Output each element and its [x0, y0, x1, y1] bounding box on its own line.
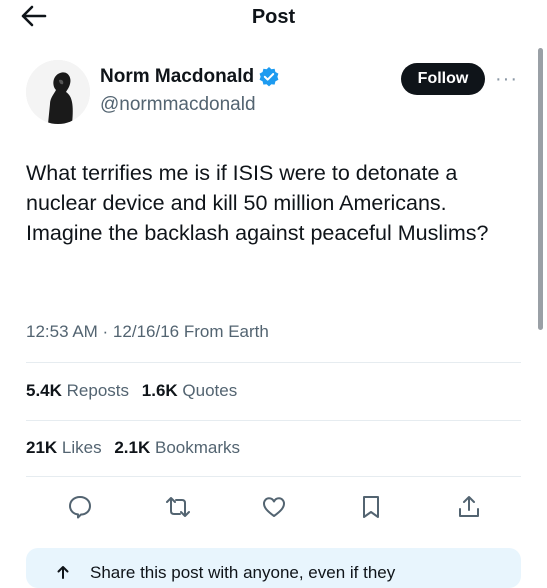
verified-badge-icon — [259, 67, 279, 87]
reply-icon — [69, 496, 91, 519]
page-title: Post — [251, 6, 296, 28]
share-button[interactable] — [452, 490, 486, 524]
share-banner-text: Share this post with anyone, even if the… — [90, 563, 396, 582]
reposts-label: Reposts — [66, 381, 130, 400]
reposts-stat[interactable]: 5.4K Reposts — [26, 381, 129, 400]
like-icon — [263, 497, 285, 517]
repost-button[interactable] — [161, 490, 195, 524]
reply-button[interactable] — [63, 490, 97, 524]
quotes-count: 1.6K — [141, 381, 178, 400]
bookmarks-stat[interactable]: 2.1K Bookmarks — [114, 438, 240, 457]
likes-stat[interactable]: 21K Likes — [26, 438, 102, 457]
likes-bookmarks-row: 21K Likes 2.1K Bookmarks — [26, 438, 240, 458]
likes-count: 21K — [26, 438, 58, 457]
avatar[interactable] — [26, 60, 90, 124]
author-name[interactable]: Norm Macdonald — [100, 66, 254, 88]
more-options-icon[interactable]: ··· — [495, 68, 518, 91]
scrollbar[interactable] — [538, 48, 543, 330]
top-bar: Post — [0, 0, 547, 34]
share-icon — [459, 496, 479, 517]
bookmarks-count: 2.1K — [114, 438, 151, 457]
author-name-row[interactable]: Norm Macdonald — [100, 66, 280, 88]
tweet-timestamp[interactable]: 12:53 AM · 12/16/16 From Earth — [26, 322, 269, 342]
divider — [26, 420, 521, 421]
share-arrow-icon — [57, 566, 69, 579]
like-button[interactable] — [257, 490, 291, 524]
follow-button[interactable]: Follow — [401, 63, 485, 95]
bookmark-icon — [363, 496, 379, 518]
likes-label: Likes — [61, 438, 102, 457]
divider — [26, 362, 521, 363]
repost-icon — [166, 497, 190, 517]
quotes-label: Quotes — [182, 381, 238, 400]
action-bar — [54, 490, 494, 524]
bookmarks-label: Bookmarks — [155, 438, 241, 457]
tweet-text: What terrifies me is if ISIS were to det… — [26, 161, 489, 245]
reposts-count: 5.4K — [26, 381, 62, 400]
divider — [26, 476, 521, 477]
bookmark-button[interactable] — [354, 490, 388, 524]
author-handle[interactable]: @normmacdonald — [100, 94, 256, 116]
quotes-stat[interactable]: 1.6K Quotes — [142, 381, 237, 400]
reposts-quotes-row: 5.4K Reposts 1.6K Quotes — [26, 381, 237, 401]
